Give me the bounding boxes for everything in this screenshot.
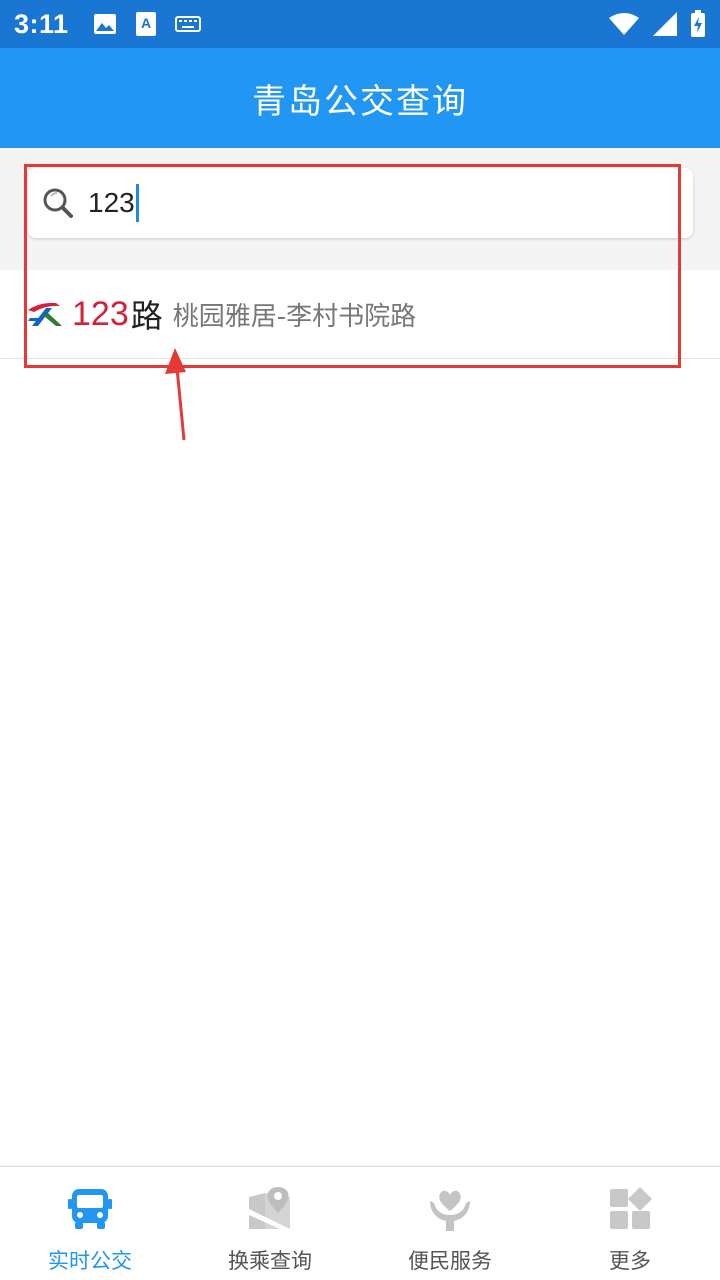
- search-icon: [43, 188, 73, 218]
- heart-hand-icon: [430, 1190, 470, 1231]
- svg-text:A: A: [141, 15, 151, 31]
- keyboard-icon: [174, 16, 201, 32]
- route-result-item[interactable]: 123 路 桃园雅居-李村书院路: [0, 270, 720, 359]
- screen: 3:11 A 青岛公交查询 123 123 路 桃园雅居-李村书院路 实时公交 …: [0, 0, 720, 1280]
- image-icon: [93, 14, 116, 34]
- text-a-icon: A: [135, 12, 156, 36]
- search-area: 123: [0, 148, 720, 270]
- text-cursor: [135, 184, 139, 222]
- status-bar: 3:11 A: [0, 0, 720, 48]
- app-bar: 青岛公交查询: [0, 48, 720, 148]
- tab-label: 换乘查询: [228, 1249, 312, 1273]
- signal-icon: [653, 12, 677, 36]
- search-input[interactable]: 123: [88, 183, 139, 223]
- tab-realtime-bus[interactable]: 实时公交: [0, 1167, 180, 1280]
- route-description: 桃园雅居-李村书院路: [172, 301, 417, 332]
- battery-charging-icon: [691, 10, 705, 37]
- search-box[interactable]: 123: [28, 168, 693, 238]
- route-number: 123: [72, 294, 129, 333]
- tab-label: 便民服务: [408, 1249, 492, 1273]
- tab-transfer-query[interactable]: 换乘查询: [180, 1167, 360, 1280]
- status-time: 3:11: [14, 8, 69, 39]
- map-pin-icon: [249, 1187, 290, 1229]
- search-input-value: 123: [88, 187, 135, 218]
- bus-icon: [68, 1189, 112, 1229]
- tab-label: 更多: [609, 1249, 651, 1273]
- bus-company-logo-icon: [28, 302, 62, 326]
- status-notification-icons: A: [93, 11, 201, 37]
- route-suffix: 路: [130, 297, 163, 335]
- tab-more[interactable]: 更多: [540, 1167, 720, 1280]
- status-system-icons: [608, 10, 706, 38]
- tab-label: 实时公交: [48, 1249, 132, 1273]
- app-title: 青岛公交查询: [252, 81, 468, 122]
- bottom-nav: 实时公交 换乘查询 便民服务 更多: [0, 1166, 720, 1280]
- tab-convenience-services[interactable]: 便民服务: [360, 1167, 540, 1280]
- wifi-icon: [609, 13, 639, 35]
- grid-more-icon: [610, 1187, 652, 1229]
